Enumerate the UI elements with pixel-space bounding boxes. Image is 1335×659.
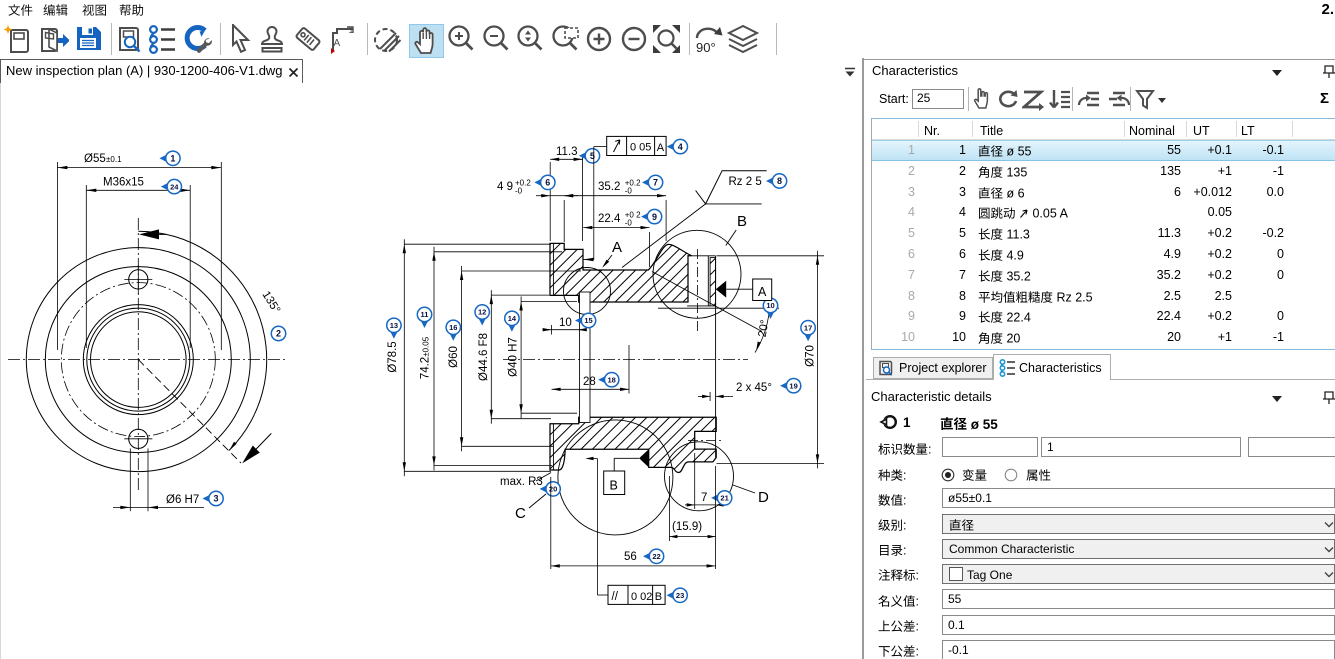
svg-text:B: B [655,591,662,603]
svg-text:14: 14 [508,314,517,323]
svg-text:A: A [334,38,341,49]
svg-text:8: 8 [777,176,782,186]
svg-text:Ø70: Ø70 [805,345,817,367]
svg-text:6: 6 [545,178,550,188]
svg-text:16: 16 [449,323,457,332]
svg-text:11: 11 [421,310,429,319]
svg-text:19: 19 [789,381,797,390]
svg-text:-0: -0 [625,219,633,228]
svg-text:C: C [515,505,526,522]
svg-text:Ø60: Ø60 [448,346,460,368]
svg-text:20°: 20° [757,319,772,338]
svg-text:12: 12 [478,308,486,317]
svg-text:Ø40 H7: Ø40 H7 [508,337,520,377]
svg-text:17: 17 [804,323,812,332]
svg-text:4 9: 4 9 [497,181,513,193]
svg-text://: // [612,591,619,603]
svg-text:4: 4 [678,142,683,152]
svg-text:13: 13 [390,321,398,330]
svg-text:A: A [657,142,665,154]
svg-text:10: 10 [766,301,774,310]
svg-text:7: 7 [653,178,658,188]
svg-text:0 05: 0 05 [630,142,651,154]
svg-text:74.2±0.05: 74.2±0.05 [420,336,432,379]
svg-text:max. R3: max. R3 [500,476,543,488]
svg-text:28: 28 [583,376,596,388]
svg-text:Ø78.5: Ø78.5 [387,341,399,372]
svg-text:7: 7 [701,492,707,504]
svg-text:23: 23 [676,591,684,600]
svg-text:11.3: 11.3 [556,146,578,158]
svg-text:0 02: 0 02 [631,591,652,603]
svg-text:2 x 45°: 2 x 45° [736,382,772,394]
svg-text:B: B [610,479,618,493]
svg-text:Ø44.6 F8: Ø44.6 F8 [478,333,490,381]
svg-text:A: A [612,239,622,256]
svg-text:-0: -0 [625,187,633,196]
svg-text:10: 10 [559,317,572,329]
svg-text:Rz 2 5: Rz 2 5 [729,176,762,188]
svg-text:35.2: 35.2 [598,181,620,193]
svg-text:9: 9 [652,212,657,222]
svg-text:1: 1 [349,25,354,35]
svg-text:21: 21 [720,494,728,503]
svg-text:90°: 90° [696,40,716,55]
svg-text:(15.9): (15.9) [672,521,702,533]
svg-text:20: 20 [549,485,557,494]
svg-text:B: B [737,213,747,230]
svg-text:22: 22 [652,552,660,561]
svg-text:15: 15 [584,316,592,325]
svg-text:D: D [758,489,769,506]
svg-text:18: 18 [608,375,616,384]
svg-text:22.4: 22.4 [598,213,621,225]
svg-text:A: A [758,285,767,299]
svg-text:56: 56 [624,551,637,563]
svg-text:-0: -0 [515,187,523,196]
